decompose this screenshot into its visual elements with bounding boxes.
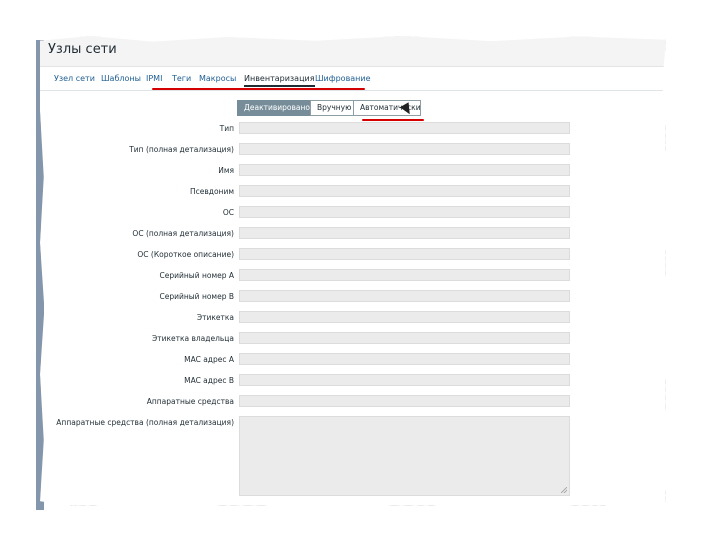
field-label: MAC адрес A [184, 355, 234, 364]
field-input[interactable] [239, 206, 570, 218]
tab-encryption[interactable]: Шифрование [315, 74, 371, 83]
resize-handle-icon[interactable] [561, 487, 567, 493]
tab-templates[interactable]: Шаблоны [101, 74, 141, 83]
annotation-underline-automatic [362, 119, 424, 121]
field-input[interactable] [239, 290, 570, 302]
field-label: Аппаратные средства [146, 397, 234, 406]
field-label: Имя [218, 166, 234, 175]
tab-tags[interactable]: Теги [172, 74, 191, 83]
field-label: Тип [219, 124, 234, 133]
field-label: ОС (полная детализация) [132, 229, 234, 238]
textarea-label: Аппаратные средства (полная детализация) [56, 418, 234, 427]
field-label: MAC адрес B [184, 376, 234, 385]
field-input[interactable] [239, 164, 570, 176]
field-label: Серийный номер A [159, 271, 234, 280]
field-input[interactable] [239, 143, 570, 155]
annotation-underline-tabs [152, 88, 365, 90]
field-label: Этикетка владельца [151, 334, 234, 343]
page-title: Узлы сети [48, 42, 117, 57]
field-input[interactable] [239, 374, 570, 386]
field-label: Серийный номер B [159, 292, 235, 301]
field-input[interactable] [239, 248, 570, 260]
field-label: ОС [222, 208, 234, 217]
tab-inventory[interactable]: Инвентаризация [244, 74, 315, 87]
field-label: Тип (полная детализация) [129, 145, 234, 154]
field-input[interactable] [239, 122, 570, 134]
inventory-mode-segmented: Деактивировано Вручную Автоматически [237, 100, 421, 116]
field-input[interactable] [239, 311, 570, 323]
field-input[interactable] [239, 227, 570, 239]
field-label: Псевдоним [189, 187, 234, 196]
field-input[interactable] [239, 332, 570, 344]
tab-ipmi[interactable]: IPMI [146, 74, 162, 83]
field-input[interactable] [239, 395, 570, 407]
textarea-input[interactable] [239, 416, 570, 496]
field-input[interactable] [239, 185, 570, 197]
field-input[interactable] [239, 269, 570, 281]
field-label: ОС (Короткое описание) [137, 250, 234, 259]
field-label: Этикетка [196, 313, 234, 322]
tab-host[interactable]: Узел сети [54, 74, 95, 83]
mode-manual-button[interactable]: Вручную [310, 100, 354, 116]
mode-disabled-button[interactable]: Деактивировано [237, 100, 311, 116]
page-header: Узлы сети [40, 36, 666, 67]
screenshot-paper: Узлы сети Узел сети Шаблоны IPMI Теги Ма… [40, 36, 666, 506]
tab-macros[interactable]: Макросы [199, 74, 236, 83]
field-input[interactable] [239, 353, 570, 365]
